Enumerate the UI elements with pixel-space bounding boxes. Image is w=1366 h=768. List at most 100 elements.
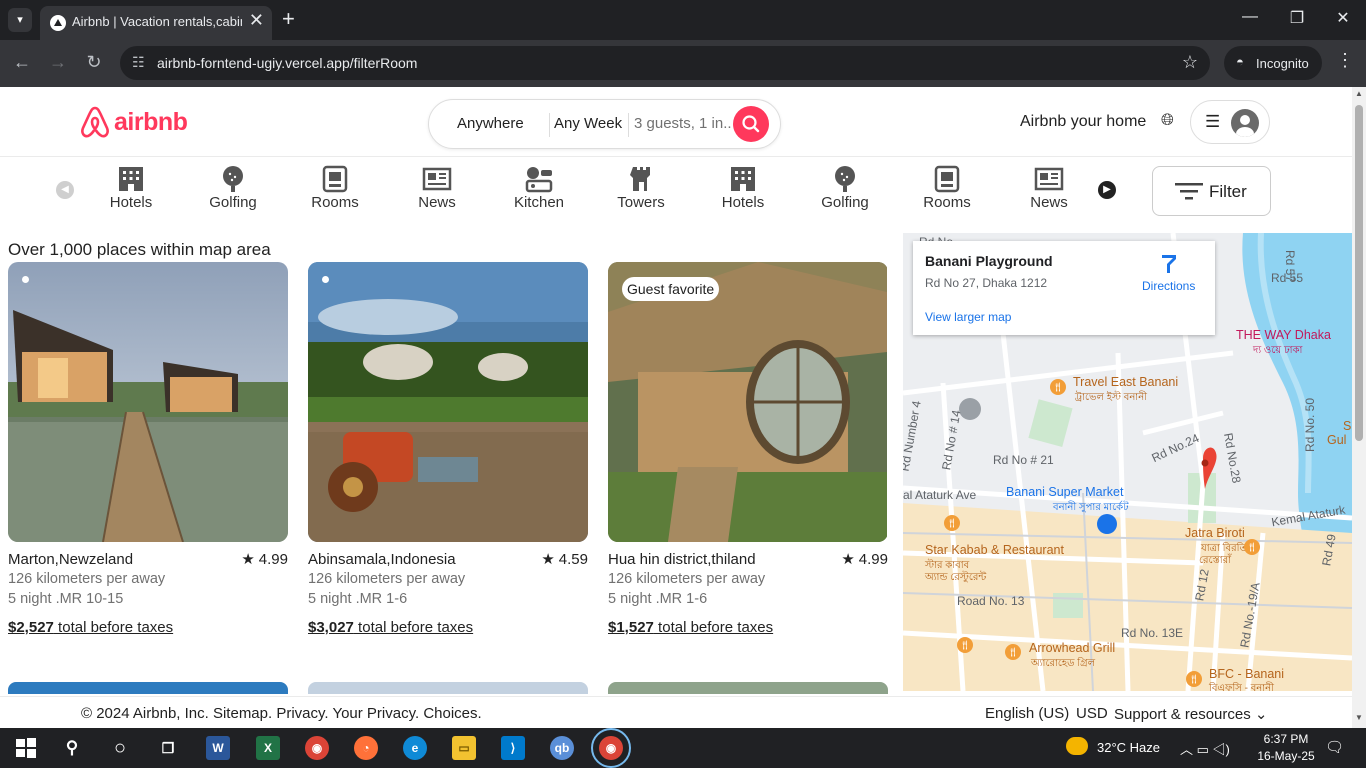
listing-price[interactable]: $3,027 total before taxes — [308, 619, 473, 636]
bookmark-star-icon[interactable]: ☆ — [1182, 52, 1198, 73]
map-place-title: Banani Playground — [925, 253, 1053, 269]
map-poi-label[interactable]: Jatra Biroti — [1185, 526, 1245, 540]
map-embed[interactable]: Rd No Rd 57 Rd 55 Rd No. 50 Rd Number 4 … — [903, 233, 1352, 691]
browser-menu-icon[interactable]: ⋮ — [1336, 50, 1354, 71]
word-icon[interactable]: W — [206, 736, 230, 760]
maximize-button[interactable]: ❐ — [1285, 8, 1309, 28]
listing-price[interactable]: $1,527 total before taxes — [608, 619, 773, 636]
new-tab-button[interactable]: + — [282, 6, 295, 32]
category-hotels[interactable]: Hotels — [703, 165, 783, 215]
category-kitchen[interactable]: Kitchen — [499, 165, 579, 215]
listing-photo-preview[interactable] — [308, 682, 588, 694]
firefox-icon[interactable]: ◔ — [354, 736, 378, 760]
map-poi-label[interactable]: Banani Super Market — [1006, 485, 1123, 499]
listing-card[interactable]: Marton,Newzeland ★ 4.99 126 kilometers pe… — [8, 262, 288, 652]
scroll-down-icon[interactable]: ▼ — [1355, 713, 1363, 722]
category-golfing[interactable]: Golfing — [805, 165, 885, 215]
search-icon[interactable]: ⚲ — [60, 736, 84, 760]
language-selector[interactable]: English (US) — [985, 705, 1069, 722]
vscode-icon[interactable]: ⟩ — [501, 736, 525, 760]
map-poi-label[interactable]: THE WAY Dhaka — [1236, 328, 1331, 342]
carousel-dot[interactable] — [22, 276, 29, 283]
browser-tab-bar: ▾ Airbnb | Vacation rentals,cabin ✕ + — … — [0, 0, 1366, 40]
category-prev-arrow-icon[interactable]: ◀ — [56, 181, 74, 199]
directions-icon[interactable] — [1158, 253, 1180, 275]
site-info-icon[interactable]: ☷ — [132, 54, 145, 71]
map-poi-label[interactable]: Star Kabab & Restaurant — [925, 543, 1064, 557]
results-heading: Over 1,000 places within map area — [8, 240, 271, 259]
search-icon — [742, 115, 760, 133]
file-explorer-icon[interactable]: ▭ — [452, 736, 476, 760]
carousel-dot[interactable] — [322, 276, 329, 283]
search-location[interactable]: Anywhere — [457, 115, 524, 132]
user-menu-button[interactable]: ☰ — [1190, 100, 1270, 144]
page-scrollbar[interactable]: ▲ ▼ — [1352, 87, 1366, 728]
qbittorrent-icon[interactable]: qb — [550, 736, 574, 760]
listing-card[interactable]: Abinsamala,Indonesia ★ 4.59 126 kilometer… — [308, 262, 588, 652]
restaurant-icon[interactable]: 🍴︎ — [944, 515, 960, 531]
restaurant-icon[interactable]: 🍴︎ — [957, 637, 973, 653]
close-window-button[interactable]: ✕ — [1331, 8, 1355, 28]
map-poi-label[interactable]: Arrowhead Grill — [1029, 641, 1115, 655]
category-label: Rooms — [311, 194, 359, 211]
scrollbar-thumb[interactable] — [1355, 105, 1363, 441]
category-news[interactable]: News — [1009, 165, 1089, 215]
category-rooms[interactable]: Rooms — [907, 165, 987, 215]
restaurant-icon[interactable]: 🍴︎ — [1244, 539, 1260, 555]
search-guests[interactable]: 3 guests, 1 in.. — [634, 115, 734, 132]
listing-photo[interactable] — [308, 262, 588, 542]
chrome-active-icon[interactable]: ◉ — [591, 728, 631, 768]
clock-date[interactable]: 16-May-25 — [1250, 749, 1322, 763]
address-bar[interactable]: ☷ airbnb-forntend-ugiy.vercel.app/filter… — [120, 46, 1210, 80]
search-button[interactable] — [733, 106, 769, 142]
listing-price[interactable]: $2,527 total before taxes — [8, 619, 173, 636]
reload-icon[interactable]: ↻ — [82, 52, 106, 73]
category-hotels[interactable]: Hotels — [91, 165, 171, 215]
airbnb-logo[interactable]: airbnb — [80, 105, 200, 139]
task-view-icon[interactable]: ❒ — [156, 736, 180, 760]
system-tray-icons[interactable]: ︿ ▭ ◁) — [1180, 739, 1230, 758]
category-golfing[interactable]: Golfing — [193, 165, 273, 215]
browser-tab-active[interactable]: Airbnb | Vacation rentals,cabin ✕ — [40, 6, 272, 40]
airbnb-your-home-link[interactable]: Airbnb your home — [1020, 113, 1146, 131]
incognito-indicator[interactable]: ◓ Incognito — [1224, 46, 1322, 80]
listing-photo[interactable] — [8, 262, 288, 542]
tab-close-icon[interactable]: ✕ — [249, 10, 264, 31]
directions-link[interactable]: Directions — [1142, 279, 1195, 293]
category-news[interactable]: News — [397, 165, 477, 215]
view-larger-map-link[interactable]: View larger map — [925, 310, 1011, 324]
windows-start-icon[interactable] — [14, 736, 38, 760]
forward-arrow-icon[interactable]: → — [46, 52, 70, 73]
chrome-icon[interactable]: ◉ — [305, 736, 329, 760]
search-dates[interactable]: Any Week — [554, 115, 622, 132]
tab-search-button[interactable]: ▾ — [8, 8, 32, 32]
footer-copyright-links[interactable]: © 2024 Airbnb, Inc. Sitemap. Privacy. Yo… — [81, 705, 482, 722]
notification-icon[interactable]: 🗨︎ — [1325, 738, 1344, 756]
excel-icon[interactable]: X — [256, 736, 280, 760]
clock-time[interactable]: 6:37 PM — [1262, 732, 1310, 746]
listing-photo-preview[interactable] — [608, 682, 888, 694]
filter-button[interactable]: Filter — [1152, 166, 1271, 216]
listing-photo-preview[interactable] — [8, 682, 288, 694]
map-poi-label[interactable]: BFC - Banani — [1209, 667, 1284, 681]
map-poi-label[interactable]: Travel East Banani — [1073, 375, 1178, 389]
listing-photo[interactable]: Guest favorite — [608, 262, 888, 542]
edge-icon[interactable]: e — [403, 736, 427, 760]
category-next-arrow-icon[interactable]: ▶ — [1098, 181, 1116, 199]
listing-card[interactable]: Guest favorite Hua hin district,thiland … — [608, 262, 888, 652]
url-text[interactable]: airbnb-forntend-ugiy.vercel.app/filterRo… — [157, 55, 417, 71]
currency-selector[interactable]: USD — [1076, 705, 1108, 722]
globe-icon[interactable]: 🌐︎ — [1161, 112, 1174, 130]
category-towers[interactable]: Towers — [601, 165, 681, 215]
scroll-up-icon[interactable]: ▲ — [1355, 89, 1363, 98]
site-header: airbnb Anywhere Any Week 3 guests, 1 in.… — [0, 87, 1352, 157]
minimize-button[interactable]: — — [1238, 8, 1262, 26]
restaurant-icon[interactable]: 🍴︎ — [1005, 644, 1021, 660]
back-arrow-icon[interactable]: ← — [10, 52, 34, 73]
restaurant-icon[interactable]: 🍴︎ — [1186, 671, 1202, 687]
restaurant-icon[interactable]: 🍴︎ — [1050, 379, 1066, 395]
cortana-icon[interactable]: ○ — [108, 736, 132, 760]
category-rooms[interactable]: Rooms — [295, 165, 375, 215]
search-bar[interactable]: Anywhere Any Week 3 guests, 1 in.. — [428, 99, 781, 149]
support-resources-link[interactable]: Support & resources ⌄ — [1114, 705, 1268, 723]
